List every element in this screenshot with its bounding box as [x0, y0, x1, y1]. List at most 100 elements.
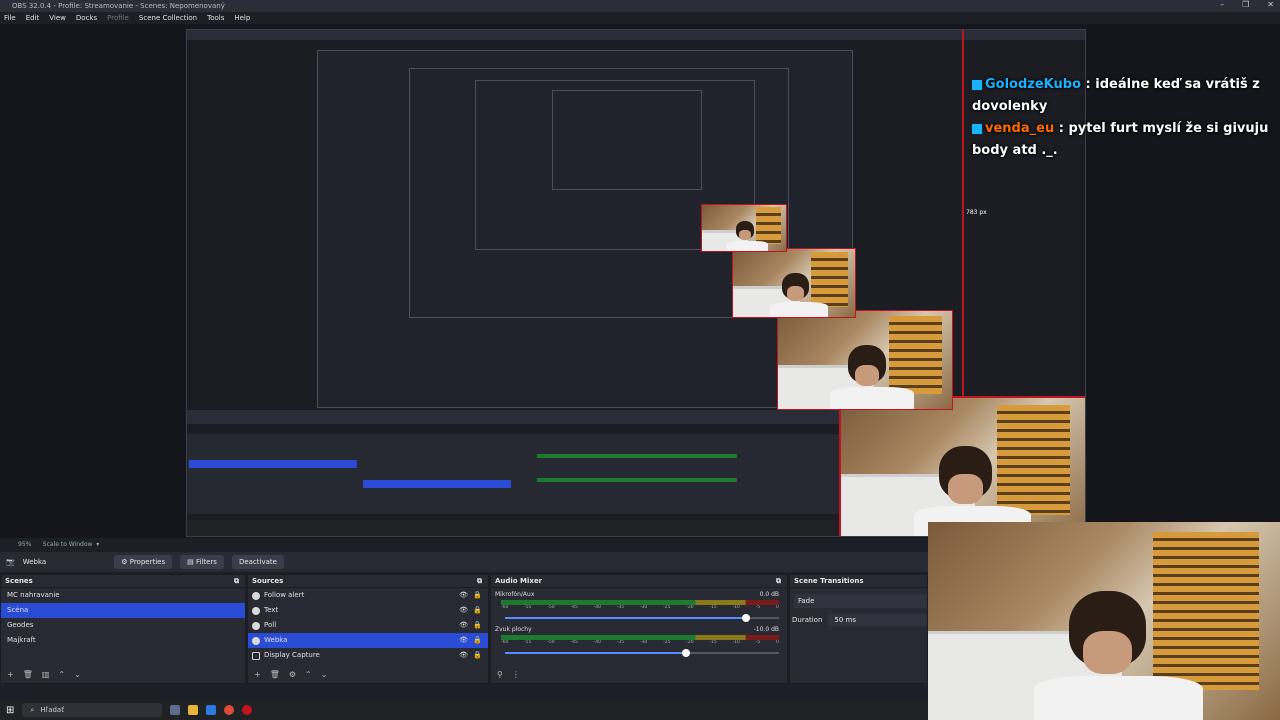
task-view-icon[interactable] — [170, 705, 181, 715]
browser-icon — [252, 621, 260, 630]
undock-icon[interactable]: ⧉ — [477, 575, 482, 587]
filters-button[interactable]: ▤ Filters — [180, 555, 224, 569]
lock-icon[interactable]: 🔒 — [473, 633, 482, 648]
menu-profile[interactable]: Profile — [107, 12, 129, 24]
source-item[interactable]: Webka 👁 🔒 — [248, 633, 488, 648]
duration-input[interactable]: 50 ms — [828, 614, 927, 626]
sources-dock: Sources ⧉ Follow alert 👁 🔒 Text 👁 🔒 Poll 👁 🔒 We… — [247, 574, 489, 684]
transitions-title-bar: Scene Transitions — [790, 575, 927, 588]
add-icon[interactable]: + — [7, 670, 14, 679]
scene-item[interactable]: MC nahravanie — [1, 588, 245, 603]
selected-source-name: Webka — [22, 558, 47, 566]
nested-meter-2 — [537, 478, 737, 482]
move-up-icon[interactable]: ⌃ — [58, 670, 65, 679]
properties-button[interactable]: ⚙ Properties — [114, 555, 173, 569]
meter-tick: -5 — [755, 640, 761, 645]
link-icon[interactable]: ⚲ — [497, 670, 503, 679]
dimension-label: 783 px — [966, 209, 987, 216]
gear-icon[interactable]: ⚙ — [289, 670, 296, 679]
file-explorer-icon[interactable] — [188, 705, 199, 715]
scale-mode[interactable]: Scale to Window — [43, 541, 93, 548]
more-options-icon[interactable]: ⋮ — [512, 670, 520, 679]
chat-overlay: GolodzeKubo : ideálne keď sa vrátiš z do… — [972, 74, 1272, 162]
chevron-down-icon[interactable]: ▾ — [94, 541, 99, 548]
audio-mixer-title-bar: Audio Mixer ⧉ — [491, 575, 787, 588]
red-guide-line — [962, 30, 964, 396]
meter-tick: -15 — [709, 640, 717, 645]
lock-icon[interactable]: 🔒 — [473, 648, 482, 663]
nested-window-5 — [552, 90, 702, 190]
minimize-button[interactable]: – — [1220, 0, 1224, 12]
scene-item[interactable]: Scéna — [1, 603, 245, 618]
add-icon[interactable]: + — [254, 670, 261, 679]
menu-bar: File Edit View Docks Profile Scene Colle… — [0, 12, 1280, 24]
source-item[interactable]: Poll 👁 🔒 — [248, 618, 488, 633]
nested-source-selected — [363, 480, 511, 488]
menu-docks[interactable]: Docks — [76, 12, 97, 24]
filter-icon[interactable]: ▥ — [42, 670, 50, 679]
audio-channel-1: Mikrofón/Aux 0.0 dB -60 -55 -50 -45 -40 -35 -30… — [491, 591, 787, 623]
menu-scene-collection[interactable]: Scene Collection — [139, 12, 197, 24]
menu-view[interactable]: View — [49, 12, 66, 24]
menu-file[interactable]: File — [4, 12, 16, 24]
channel-name: Mikrofón/Aux — [495, 591, 535, 598]
app-icon[interactable] — [206, 705, 217, 715]
move-up-icon[interactable]: ⌃ — [305, 670, 312, 679]
slider-knob[interactable] — [681, 649, 690, 657]
trash-icon[interactable]: 🗑 — [23, 670, 33, 679]
eye-icon[interactable]: 👁 — [459, 648, 468, 663]
maximize-button[interactable]: ❐ — [1242, 0, 1249, 12]
eye-icon[interactable]: 👁 — [459, 618, 468, 633]
meter-tick: -35 — [616, 605, 625, 610]
volume-slider[interactable] — [505, 648, 779, 658]
windows-start-icon[interactable]: ⊞ — [6, 705, 14, 716]
transitions-title: Scene Transitions — [794, 577, 864, 585]
transition-select[interactable]: Fade — [794, 594, 927, 608]
source-item[interactable]: Text 👁 🔒 — [248, 603, 488, 618]
trash-icon[interactable]: 🗑 — [270, 670, 280, 679]
lock-icon[interactable]: 🔒 — [473, 588, 482, 603]
source-item[interactable]: Display Capture 👁 🔒 — [248, 648, 488, 663]
move-down-icon[interactable]: ⌄ — [321, 670, 328, 679]
obs-icon[interactable] — [242, 705, 253, 715]
meter-tick: -60 — [501, 640, 509, 645]
scenes-footer: + 🗑 ▥ ⌃ ⌄ — [1, 667, 245, 681]
meter-tick: -5 — [755, 605, 761, 610]
meter-ticks: -60 -55 -50 -45 -40 -35 -30 -25 -20 -15 -10 -5 0 — [501, 605, 779, 613]
menu-edit[interactable]: Edit — [26, 12, 40, 24]
meter-tick: -35 — [616, 640, 625, 645]
move-down-icon[interactable]: ⌄ — [74, 670, 81, 679]
chrome-icon[interactable] — [224, 705, 235, 715]
eye-icon[interactable]: 👁 — [459, 588, 468, 603]
meter-tick: -10 — [732, 605, 740, 610]
lock-icon[interactable]: 🔒 — [473, 603, 482, 618]
nested-webcam-4 — [701, 204, 787, 252]
undock-icon[interactable]: ⧉ — [234, 575, 239, 587]
audio-channel-2: Zvuk plochy -10.0 dB -60 -55 -50 -45 -40 -35 -3… — [491, 626, 787, 658]
zoom-value[interactable]: 95% — [18, 541, 31, 548]
menu-tools[interactable]: Tools — [207, 12, 224, 24]
undock-icon[interactable]: ⧉ — [776, 575, 781, 587]
mixer-footer: ⚲ ⋮ — [491, 667, 787, 681]
chat-username: venda_eu — [985, 121, 1055, 136]
scene-item[interactable]: Majkraft — [1, 633, 245, 648]
camera-icon: 📷 — [6, 558, 15, 566]
slider-knob[interactable] — [742, 614, 751, 622]
eye-icon[interactable]: 👁 — [459, 633, 468, 648]
meter-tick: -30 — [639, 640, 648, 645]
source-item[interactable]: Follow alert 👁 🔒 — [248, 588, 488, 603]
menu-help[interactable]: Help — [234, 12, 250, 24]
scene-item[interactable]: Geodes — [1, 618, 245, 633]
volume-slider[interactable] — [505, 613, 779, 623]
meter-tick: -25 — [663, 605, 671, 610]
audio-mixer-title: Audio Mixer — [495, 577, 543, 585]
deactivate-button[interactable]: Deactivate — [231, 555, 284, 569]
taskbar-search[interactable]: ⌕ Hľadať — [22, 703, 163, 717]
nested-webcam-2 — [777, 310, 953, 410]
close-button[interactable]: ✕ — [1267, 0, 1274, 12]
window-titlebar: OBS 32.0.4 - Profile: Streamovanie - Sce… — [0, 0, 1280, 12]
slider-fill — [505, 617, 747, 619]
meter-tick: -10 — [732, 640, 740, 645]
eye-icon[interactable]: 👁 — [459, 603, 468, 618]
lock-icon[interactable]: 🔒 — [473, 618, 482, 633]
